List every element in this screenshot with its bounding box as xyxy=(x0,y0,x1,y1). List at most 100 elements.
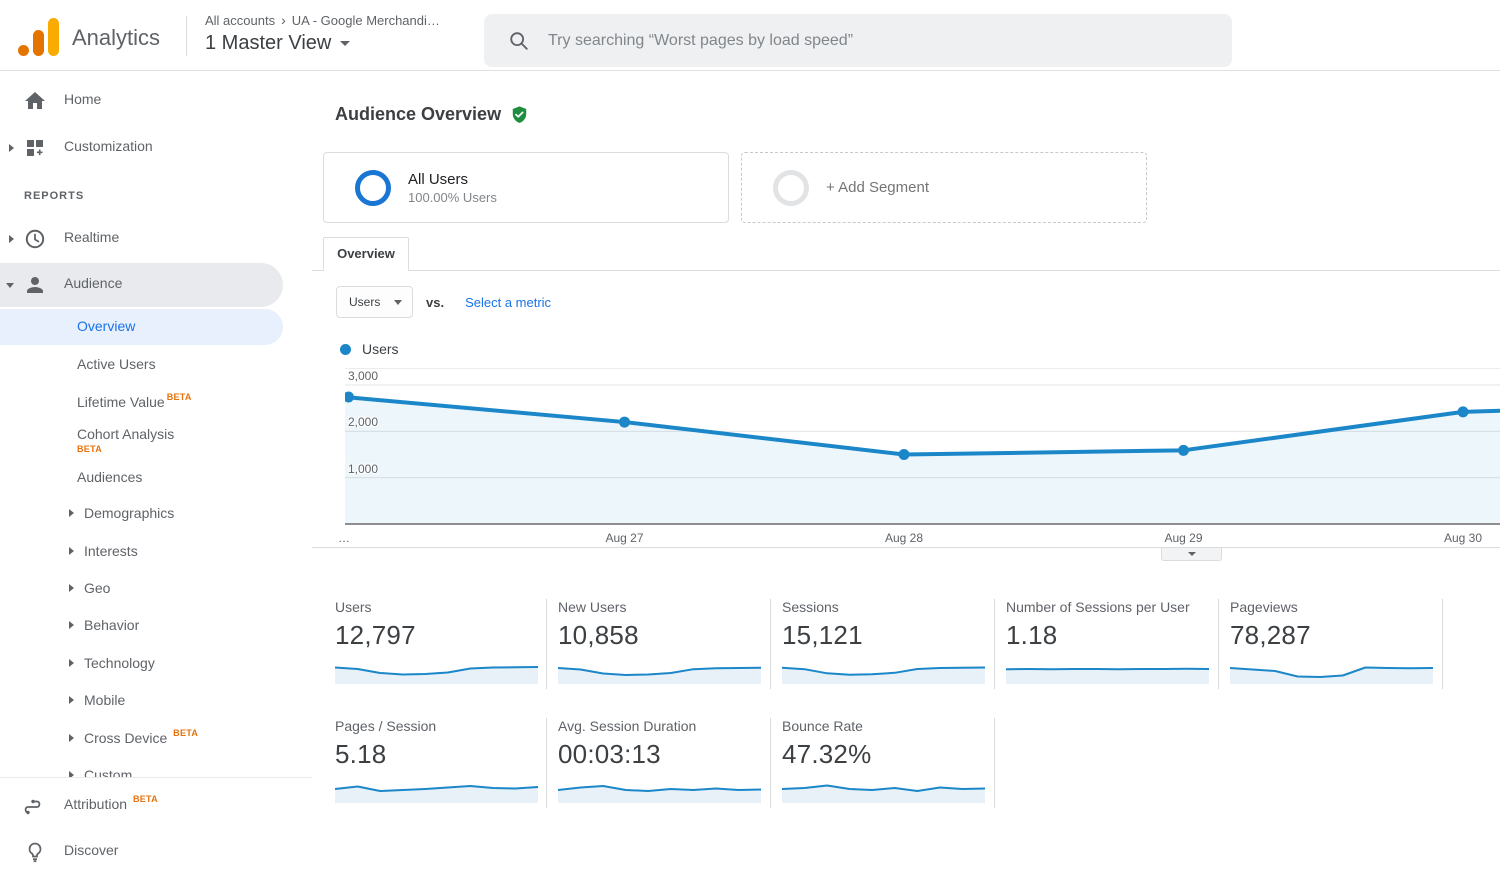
sidebar-item-active-users[interactable]: Active Users xyxy=(0,347,312,383)
lightbulb-icon xyxy=(23,840,47,864)
chevron-right-icon xyxy=(69,696,74,704)
y-axis-tick: 2,000 xyxy=(348,415,378,429)
view-selector[interactable]: 1 Master View xyxy=(205,32,440,55)
x-axis-tick: Aug 28 xyxy=(859,531,949,545)
breadcrumb-all-accounts[interactable]: All accounts xyxy=(205,13,275,28)
sidebar-item-label: Geo xyxy=(84,580,110,596)
analytics-logo[interactable]: Analytics xyxy=(18,14,160,58)
metric-label: Pages / Session xyxy=(335,718,546,734)
chevron-right-icon xyxy=(9,144,14,152)
metric-label: Sessions xyxy=(782,599,994,615)
sidebar-item-audience[interactable]: Audience xyxy=(0,263,283,307)
legend-dot-icon xyxy=(340,344,351,355)
sidebar-item-customization[interactable]: Customization xyxy=(0,129,312,167)
beta-badge: BETA xyxy=(77,444,102,454)
segment-subtitle: 100.00% Users xyxy=(408,190,497,205)
metric-value: 00:03:13 xyxy=(558,739,770,770)
chevron-right-icon xyxy=(69,659,74,667)
sidebar-item-cross-device[interactable]: Cross Device BETA xyxy=(0,721,312,757)
sidebar: Home Customization REPORTS Realtime Audi… xyxy=(0,71,312,862)
chart-collapse-button[interactable] xyxy=(1161,548,1222,561)
sidebar-item-label: Interests xyxy=(84,543,138,559)
metric-sessions-per-user: Number of Sessions per User 1.18 xyxy=(995,599,1219,689)
sidebar-item-label: Attribution xyxy=(64,796,127,812)
sidebar-item-mobile[interactable]: Mobile xyxy=(0,683,312,719)
chevron-right-icon xyxy=(69,621,74,629)
product-name: Analytics xyxy=(72,18,160,58)
sidebar-item-cohort-analysis[interactable]: Cohort Analysis BETA xyxy=(0,417,312,465)
main-content: Audience Overview All Users 100.00% User… xyxy=(312,71,1500,862)
metric-pages-per-session: Pages / Session 5.18 xyxy=(335,718,547,808)
metric-label: Number of Sessions per User xyxy=(1006,599,1218,615)
sparkline-chart xyxy=(1006,657,1209,684)
sidebar-item-geo[interactable]: Geo xyxy=(0,571,312,607)
metric-value: 5.18 xyxy=(335,739,546,770)
sparkline-chart xyxy=(782,776,985,803)
metric-value: 78,287 xyxy=(1230,620,1442,651)
search-input[interactable] xyxy=(548,32,1188,50)
metrics-row-2: Pages / Session 5.18 Avg. Session Durati… xyxy=(335,718,995,808)
page-title: Audience Overview xyxy=(335,104,501,125)
sidebar-item-label: Technology xyxy=(84,655,155,671)
analytics-logo-icon xyxy=(18,18,62,58)
app-header: Analytics All accounts › UA - Google Mer… xyxy=(0,0,1500,71)
sidebar-item-behavior[interactable]: Behavior xyxy=(0,608,312,644)
clock-icon xyxy=(23,227,47,251)
sidebar-item-label: Lifetime Value xyxy=(77,394,165,410)
chevron-down-icon xyxy=(1188,552,1196,556)
sidebar-item-label: Behavior xyxy=(84,617,139,633)
sidebar-item-discover[interactable]: Discover xyxy=(0,837,312,867)
sparkline-chart xyxy=(558,776,761,803)
sidebar-item-interests[interactable]: Interests xyxy=(0,534,312,570)
sidebar-item-realtime[interactable]: Realtime xyxy=(0,220,312,258)
y-axis-tick: 1,000 xyxy=(348,462,378,476)
sidebar-item-technology[interactable]: Technology xyxy=(0,646,312,682)
metric-value: 47.32% xyxy=(782,739,994,770)
segment-title: All Users xyxy=(408,171,497,188)
sidebar-item-demographics[interactable]: Demographics xyxy=(0,496,312,532)
chart-legend: Users xyxy=(340,341,399,357)
chevron-right-icon xyxy=(69,734,74,742)
beta-badge: BETA xyxy=(133,794,158,804)
tab-overview[interactable]: Overview xyxy=(323,237,409,271)
segment-radio-icon xyxy=(773,170,809,206)
chevron-down-icon xyxy=(340,41,350,46)
beta-badge: BETA xyxy=(167,392,192,402)
metric-label: Users xyxy=(335,599,546,615)
chevron-down-icon xyxy=(394,300,402,305)
x-axis-tick: … xyxy=(338,531,350,545)
sidebar-item-label: Customization xyxy=(64,138,153,154)
breadcrumb-chevron-icon: › xyxy=(281,12,286,28)
users-line-chart: 1,0002,0003,000 …Aug 27Aug 28Aug 29Aug 3… xyxy=(345,368,1500,548)
segment-card-all-users[interactable]: All Users 100.00% Users xyxy=(323,152,729,223)
account-switcher[interactable]: All accounts › UA - Google Merchandi… 1 … xyxy=(205,12,440,55)
metrics-row-1: Users 12,797 New Users 10,858 Sessions 1… xyxy=(335,599,1443,689)
add-segment-label: + Add Segment xyxy=(826,179,929,196)
sidebar-item-overview[interactable]: Overview xyxy=(0,309,283,345)
sparkline-chart xyxy=(558,657,761,684)
metric-value: 10,858 xyxy=(558,620,770,651)
chart-footer-divider xyxy=(312,547,1500,548)
select-metric-link[interactable]: Select a metric xyxy=(465,295,551,310)
sidebar-item-label: Audiences xyxy=(77,469,142,485)
sidebar-item-audiences[interactable]: Audiences xyxy=(0,460,312,496)
metric-value: 1.18 xyxy=(1006,620,1218,651)
home-icon xyxy=(23,89,47,113)
metric-pageviews: Pageviews 78,287 xyxy=(1219,599,1443,689)
breadcrumb-property[interactable]: UA - Google Merchandi… xyxy=(292,13,440,28)
sidebar-item-home[interactable]: Home xyxy=(0,82,312,120)
metric-selector-dropdown[interactable]: Users xyxy=(336,286,413,318)
sidebar-item-lifetime-value[interactable]: Lifetime ValueBETA xyxy=(0,385,312,421)
metric-bounce-rate: Bounce Rate 47.32% xyxy=(771,718,995,808)
attribution-icon xyxy=(23,794,47,818)
sidebar-item-attribution[interactable]: Attribution BETA xyxy=(0,791,312,821)
breadcrumb: All accounts › UA - Google Merchandi… xyxy=(205,12,440,28)
metric-sessions: Sessions 15,121 xyxy=(771,599,995,689)
search-bar[interactable] xyxy=(484,14,1232,67)
metric-selector-value: Users xyxy=(349,295,380,309)
person-icon xyxy=(23,273,47,297)
add-segment-card[interactable]: + Add Segment xyxy=(741,152,1147,223)
sidebar-item-label: Cross Device xyxy=(84,730,167,746)
sparkline-chart xyxy=(782,657,985,684)
customization-icon xyxy=(23,136,47,160)
